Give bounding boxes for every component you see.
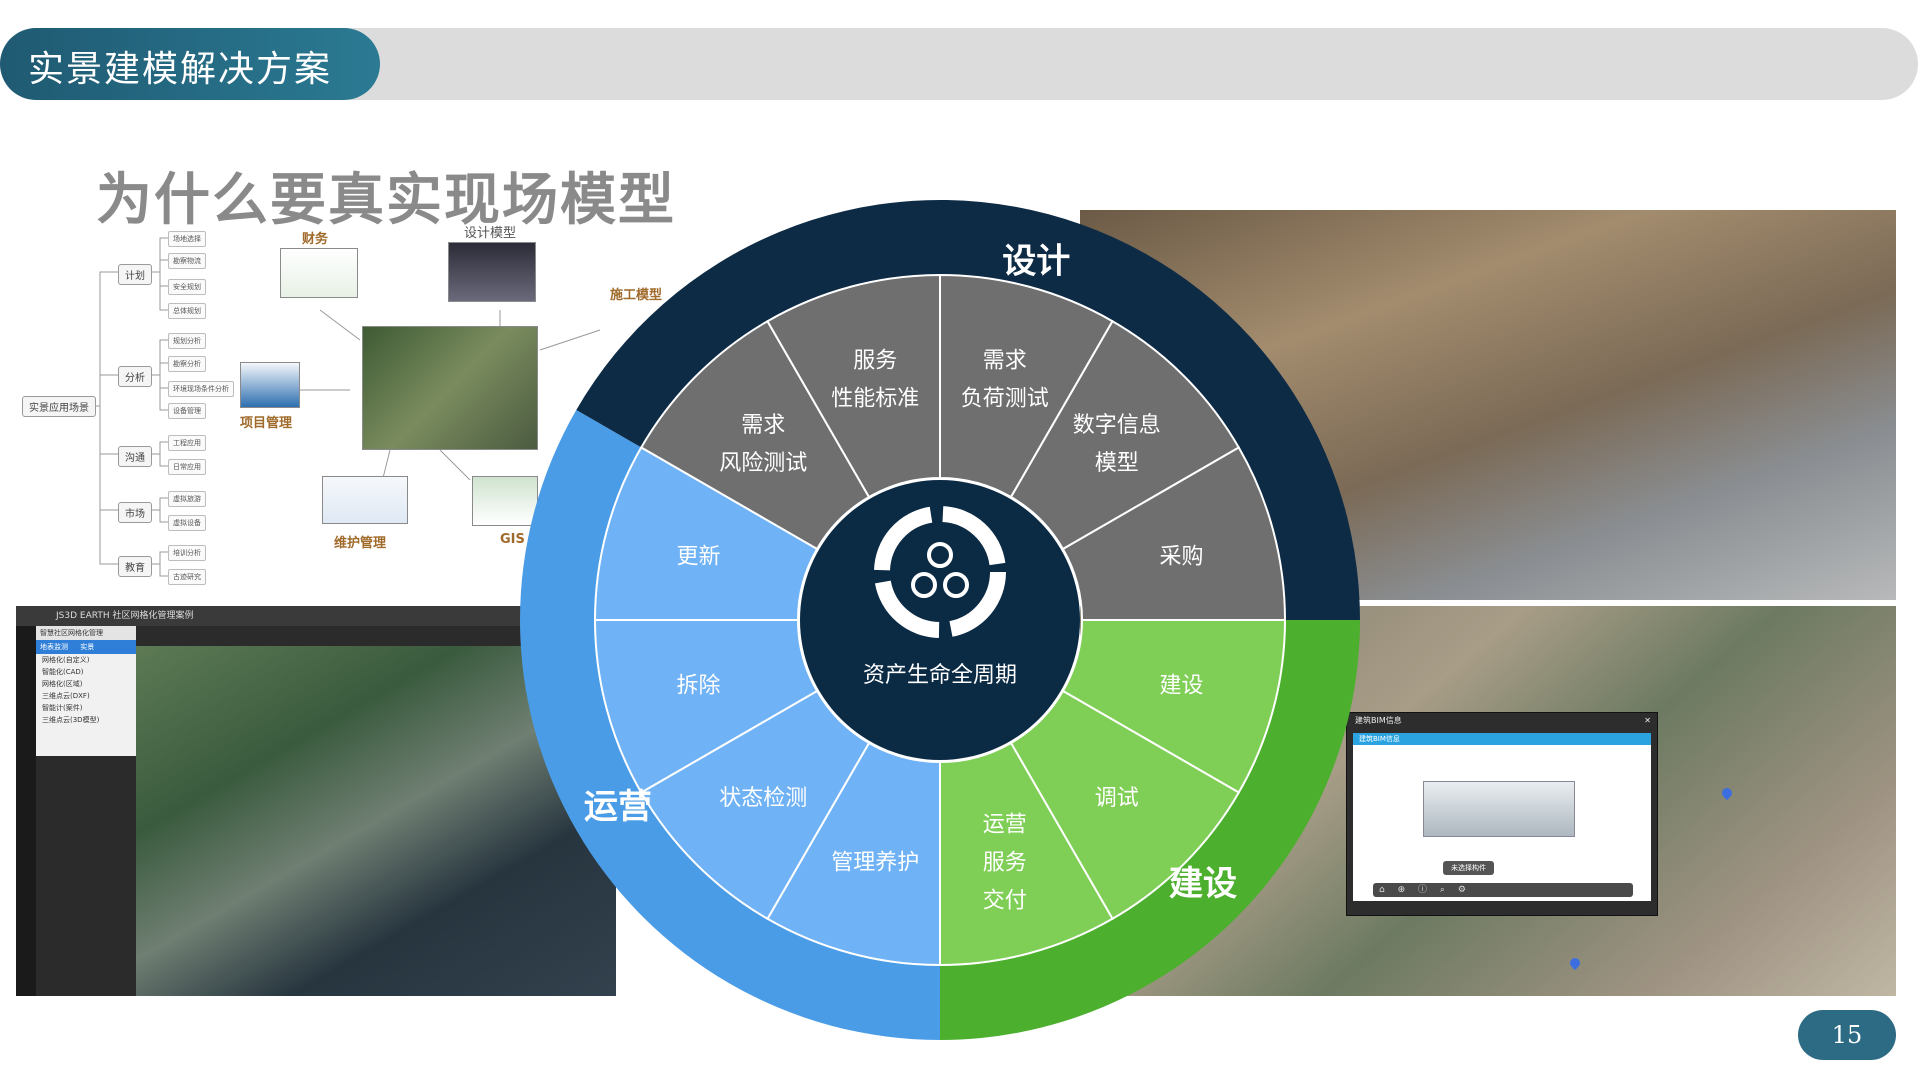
- bim-status: 未选择构件: [1443, 861, 1494, 875]
- project-mgmt-thumbnail: [240, 362, 300, 408]
- segment-label: 调试: [1095, 786, 1139, 811]
- page-title: 实景建模解决方案: [28, 49, 333, 90]
- segment-label: 服务: [853, 349, 897, 374]
- mindmap-leaf: 勘察分析: [168, 356, 206, 372]
- layer-item[interactable]: 三维点云(3D模型): [36, 714, 136, 726]
- app-tabs: 地表监测 实景: [36, 640, 136, 654]
- mindmap-branch-communication: 沟通: [118, 446, 152, 467]
- settings-icon[interactable]: ⚙: [1458, 885, 1466, 895]
- segment-label: 模型: [1095, 451, 1139, 476]
- mindmap-leaf: 总体规划: [168, 303, 206, 319]
- mindmap-branch-plan: 计划: [118, 264, 152, 285]
- layer-item[interactable]: 三维点云(DXF): [36, 690, 136, 702]
- app-subtitle: 智慧社区网格化管理: [36, 626, 136, 640]
- phase-label-build: 建设: [1169, 864, 1237, 904]
- mindmap-leaf: 古迹研究: [168, 569, 206, 585]
- mindmap-branch-market: 市场: [118, 502, 152, 523]
- mindmap-leaf: 虚拟旅游: [168, 491, 206, 507]
- segment-label: 采购: [1159, 544, 1203, 569]
- segment-label: 管理养护: [831, 850, 919, 875]
- mindmap-leaf: 培训分析: [168, 545, 206, 561]
- segment-label: 需求: [983, 349, 1027, 374]
- mindmap-branch-analysis: 分析: [118, 366, 152, 387]
- info-icon[interactable]: ⓘ: [1418, 885, 1427, 895]
- bim-popup-body: 建筑BIM信息 未选择构件 ⌂ ⊕ ⓘ ⌕ ⚙: [1353, 733, 1651, 901]
- segment-label: 建设: [1159, 674, 1203, 699]
- segment-label: 风险测试: [719, 451, 807, 476]
- bim-popup-subtitle: 建筑BIM信息: [1353, 733, 1651, 745]
- layer-item[interactable]: 智能计(案件): [36, 702, 136, 714]
- segment-label: 运营: [983, 812, 1027, 837]
- maintenance-thumbnail: [322, 476, 408, 524]
- finance-thumbnail: [280, 248, 358, 298]
- bim-popup-titlebar: 建筑BIM信息 ✕: [1347, 713, 1657, 729]
- segment-label: 负荷测试: [961, 387, 1049, 412]
- mindmap-leaf: 环境现场条件分析: [168, 381, 234, 397]
- segment-label: 需求: [741, 413, 785, 438]
- bim-popup[interactable]: 建筑BIM信息 ✕ 建筑BIM信息 未选择构件 ⌂ ⊕ ⓘ ⌕ ⚙: [1346, 712, 1658, 916]
- segment-label: 更新: [677, 544, 721, 569]
- close-icon[interactable]: ✕: [1644, 713, 1651, 729]
- tab-real[interactable]: 实景: [80, 643, 94, 651]
- segment-label: 数字信息: [1073, 413, 1161, 438]
- mindmap-leaf: 安全规划: [168, 279, 206, 295]
- segment-label: 状态检测: [719, 786, 807, 811]
- caption-maintenance: 维护管理: [334, 536, 387, 551]
- tab-surface[interactable]: 地表监测: [40, 643, 68, 651]
- phase-label-operation: 运营: [584, 787, 652, 827]
- mindmap-branch-education: 教育: [118, 556, 152, 577]
- lifecycle-diagram: 需求风险测试服务性能标准需求负荷测试数字信息模型采购建设调试运营服务交付管理养护…: [520, 200, 1360, 1040]
- segment-label: 交付: [983, 888, 1027, 913]
- caption-project-mgmt: 项目管理: [240, 416, 293, 431]
- building-model: [1423, 781, 1575, 837]
- zoom-icon[interactable]: ⊕: [1398, 885, 1406, 895]
- mindmap-leaf: 虚拟设备: [168, 515, 206, 531]
- layer-item[interactable]: 智能化(CAD): [36, 666, 136, 678]
- center-circle: [800, 480, 1080, 760]
- mindmap-leaf: 设备管理: [168, 403, 206, 419]
- mindmap-leaf: 勘察物流: [168, 253, 206, 269]
- phase-label-design: 设计: [1002, 242, 1070, 282]
- segment-label: 服务: [983, 850, 1027, 875]
- segment-label: 拆除: [677, 674, 721, 699]
- layer-item[interactable]: 网格化(自定义): [36, 654, 136, 666]
- page-number: 15: [1798, 1010, 1896, 1060]
- app-sidebar: [16, 626, 36, 996]
- mindmap-root: 实景应用场景: [22, 396, 96, 417]
- segment-label: 性能标准: [831, 387, 919, 412]
- mindmap-leaf: 日常应用: [168, 459, 206, 475]
- layer-item[interactable]: 网格化(区域): [36, 678, 136, 690]
- center-label: 资产生命全周期: [863, 663, 1017, 688]
- mindmap-leaf: 规划分析: [168, 333, 206, 349]
- bim-toolbar: ⌂ ⊕ ⓘ ⌕ ⚙: [1373, 883, 1633, 897]
- app-layer-panel: 智慧社区网格化管理 地表监测 实景 网格化(自定义) 智能化(CAD) 网格化(…: [36, 626, 136, 756]
- search-icon[interactable]: ⌕: [1440, 885, 1445, 895]
- mindmap-leaf: 工程应用: [168, 435, 206, 451]
